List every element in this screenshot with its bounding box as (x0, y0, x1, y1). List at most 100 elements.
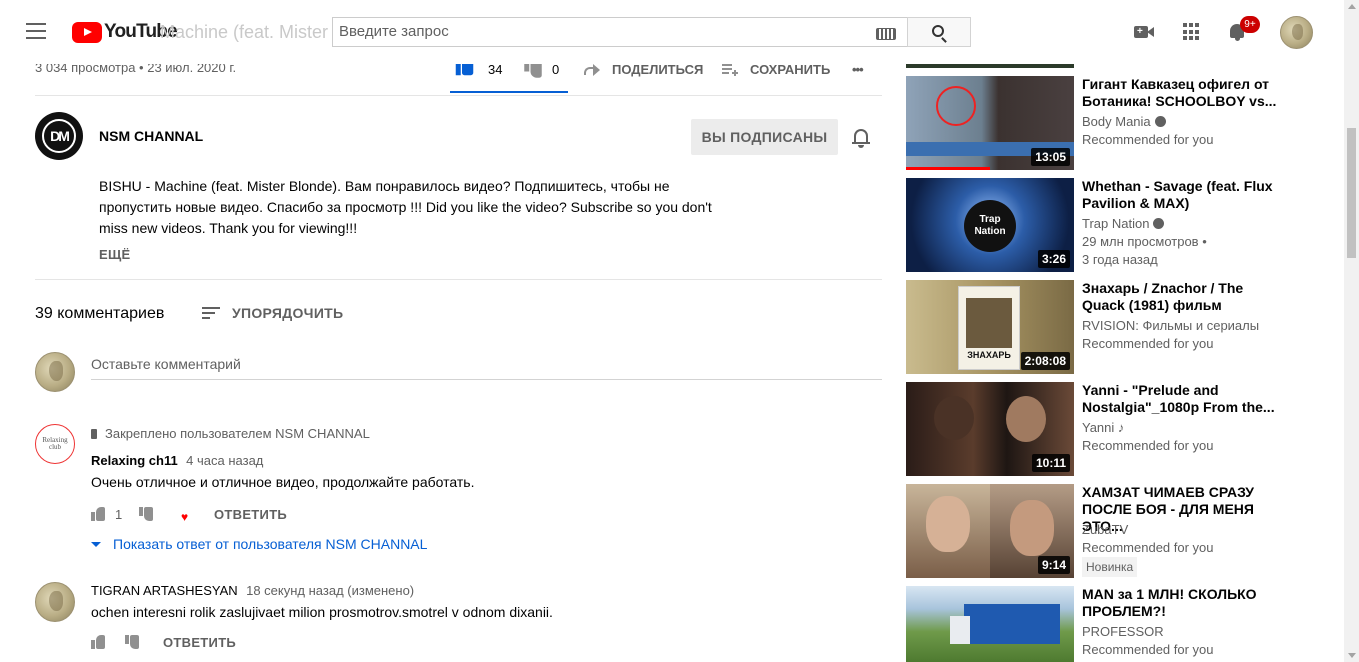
new-badge: Новинка (1082, 557, 1138, 577)
sidebar-video-item[interactable]: ЗНАХАРЬ 2:08:08 Знахарь / Znachor / The … (906, 280, 1296, 374)
video-meta: Recommended for you (1082, 438, 1214, 453)
divider (35, 279, 882, 280)
comment-author[interactable]: TIGRAN ARTASHESYAN (91, 583, 238, 598)
comment-header: TIGRAN ARTASHESYAN 18 секунд назад (изме… (91, 582, 414, 600)
video-thumbnail[interactable]: 10:11 (906, 382, 1074, 476)
pinned-label: Закреплено пользователем NSM CHANNAL (91, 426, 370, 441)
channel-line[interactable]: Body Mania (1082, 113, 1292, 131)
expand-icon (91, 541, 101, 547)
video-duration: 9:14 (1037, 556, 1070, 574)
video-thumbnail[interactable]: ЗНАХАРЬ 2:08:08 (906, 280, 1074, 374)
channel-name[interactable]: ZubaTV (1082, 521, 1292, 539)
search-button[interactable] (907, 17, 971, 47)
comment-author[interactable]: Relaxing ch11 (91, 453, 178, 468)
avatar[interactable] (1280, 16, 1313, 49)
channel-name: Yanni (1082, 420, 1115, 435)
comment-author-avatar[interactable] (35, 582, 75, 622)
comment-text: ochen interesni rolik zaslujivaet milion… (91, 604, 553, 620)
video-title[interactable]: Yanni - "Prelude and Nostalgia"_1080p Fr… (1082, 382, 1287, 416)
new-badge-wrap: Новинка (1082, 557, 1292, 577)
video-thumbnail[interactable]: Trap Nation 3:26 (906, 178, 1074, 272)
comment-count: 39 комментариев (35, 305, 165, 322)
sidebar-video-item[interactable]: 10:11 Yanni - "Prelude and Nostalgia"_10… (906, 382, 1296, 476)
my-avatar (35, 352, 75, 392)
channel-line[interactable]: Yanni ♪ (1082, 419, 1292, 437)
channel-name[interactable]: RVISION: Фильмы и сериалы (1082, 317, 1292, 335)
search-input[interactable]: Введите запрос (332, 17, 908, 47)
video-title[interactable]: Whethan - Savage (feat. Flux Pavilion & … (1082, 178, 1287, 212)
page-scrollbar[interactable] (1344, 0, 1359, 662)
verified-icon (1153, 218, 1165, 229)
channel-name: Body Mania (1082, 114, 1151, 129)
watch-progress-bar (906, 167, 990, 170)
music-note-icon: ♪ (1117, 420, 1125, 435)
channel-avatar[interactable]: DM (35, 112, 83, 160)
comment-author-avatar[interactable]: Relaxing club (35, 424, 75, 464)
video-title[interactable]: Гигант Кавказец офигел от Ботаника! SCHO… (1082, 76, 1287, 110)
sidebar-video-item[interactable]: 9:14 ХАМЗАТ ЧИМАЕВ СРАЗУ ПОСЛЕ БОЯ - ДЛЯ… (906, 484, 1296, 578)
video-title[interactable]: Знахарь / Znachor / The Quack (1981) фил… (1082, 280, 1287, 314)
sidebar-video-item[interactable]: Trap Nation 3:26 Whethan - Savage (feat.… (906, 178, 1296, 272)
subscribed-button[interactable]: ВЫ ПОДПИСАНЫ (691, 119, 838, 155)
notification-badge: 9+ (1240, 16, 1260, 33)
channel-name[interactable]: PROFESSOR (1082, 623, 1292, 641)
comment-input[interactable]: Оставьте комментарий (91, 354, 882, 380)
video-duration: 13:05 (1031, 148, 1070, 166)
comment-time[interactable]: 18 секунд назад (изменено) (246, 583, 414, 598)
verified-icon (1154, 116, 1166, 127)
comment-dislike-icon[interactable] (125, 635, 139, 649)
channel-name: Trap Nation (1082, 216, 1150, 231)
scroll-down-arrow-icon[interactable] (1348, 653, 1356, 658)
video-duration: 2:08:08 (1020, 352, 1070, 370)
comment-time[interactable]: 4 часа назад (186, 453, 263, 468)
scroll-up-arrow-icon[interactable] (1348, 4, 1356, 9)
pinned-text: Закреплено пользователем NSM CHANNAL (105, 426, 370, 441)
comment-like-icon[interactable] (91, 635, 105, 649)
video-meta: Recommended for you (1082, 132, 1214, 147)
scrollbar-thumb[interactable] (1347, 128, 1356, 258)
like-ratio-bar (450, 91, 568, 93)
video-thumbnail[interactable]: 13:05 (906, 76, 1074, 170)
sidebar-video-item[interactable]: 13:05 Гигант Кавказец офигел от Ботаника… (906, 76, 1296, 170)
video-thumbnail[interactable]: 9:14 (906, 484, 1074, 578)
video-thumbnail[interactable] (906, 586, 1074, 662)
video-title[interactable]: MAN за 1 МЛН! СКОЛЬКО ПРОБЛЕМ?! (1082, 586, 1287, 620)
search-icon (932, 25, 944, 37)
video-meta-date: 3 года назад (1082, 252, 1158, 267)
share-icon (584, 62, 600, 76)
show-replies-button[interactable]: Показать ответ от пользователя NSM CHANN… (91, 536, 427, 552)
pin-icon (91, 428, 97, 439)
video-meta: Recommended for you (1082, 336, 1214, 351)
sort-label: УПОРЯДОЧИТЬ (232, 305, 344, 321)
playlist-add-icon (722, 62, 738, 76)
video-meta: 29 млн просмотров • (1082, 234, 1207, 249)
sort-icon (202, 307, 220, 319)
divider (35, 95, 882, 96)
create-video-icon[interactable]: + (1132, 20, 1156, 44)
comment-header: Relaxing ch11 4 часа назад (91, 452, 263, 470)
keyboard-icon[interactable] (876, 28, 896, 40)
apps-icon[interactable] (1180, 20, 1204, 44)
masthead: YouTube Machine (feat. Mister Blonde) Вв… (0, 0, 1344, 64)
comment-dislike-icon[interactable] (139, 507, 153, 521)
reply-button[interactable]: ОТВЕТИТЬ (163, 635, 236, 650)
reply-button[interactable]: ОТВЕТИТЬ (214, 507, 287, 522)
video-duration: 3:26 (1037, 250, 1070, 268)
video-meta: Recommended for you (1082, 540, 1214, 555)
sidebar-video-item[interactable]: MAN за 1 МЛН! СКОЛЬКО ПРОБЛЕМ?! PROFESSO… (906, 586, 1296, 662)
poster-title: ЗНАХАРЬ (967, 350, 1011, 360)
youtube-play-icon (72, 21, 102, 43)
menu-icon[interactable] (26, 23, 46, 39)
trap-nation-logo: Trap Nation (964, 200, 1016, 252)
channel-name[interactable]: NSM CHANNAL (99, 128, 203, 144)
notification-bell-icon[interactable] (852, 127, 872, 149)
comment-like-icon[interactable] (91, 507, 105, 521)
show-replies-label: Показать ответ от пользователя NSM CHANN… (113, 536, 428, 552)
video-description: BISHU - Machine (feat. Mister Blonde). В… (99, 178, 712, 236)
sort-comments-button[interactable]: УПОРЯДОЧИТЬ (202, 305, 343, 321)
comment-like-count: 1 (115, 507, 123, 522)
channel-line[interactable]: Trap Nation (1082, 215, 1292, 233)
channel-logo-text: DM (42, 119, 76, 153)
show-more-button[interactable]: ЕЩЁ (99, 247, 131, 262)
comment-text: Очень отличное и отличное видео, продолж… (91, 474, 475, 490)
